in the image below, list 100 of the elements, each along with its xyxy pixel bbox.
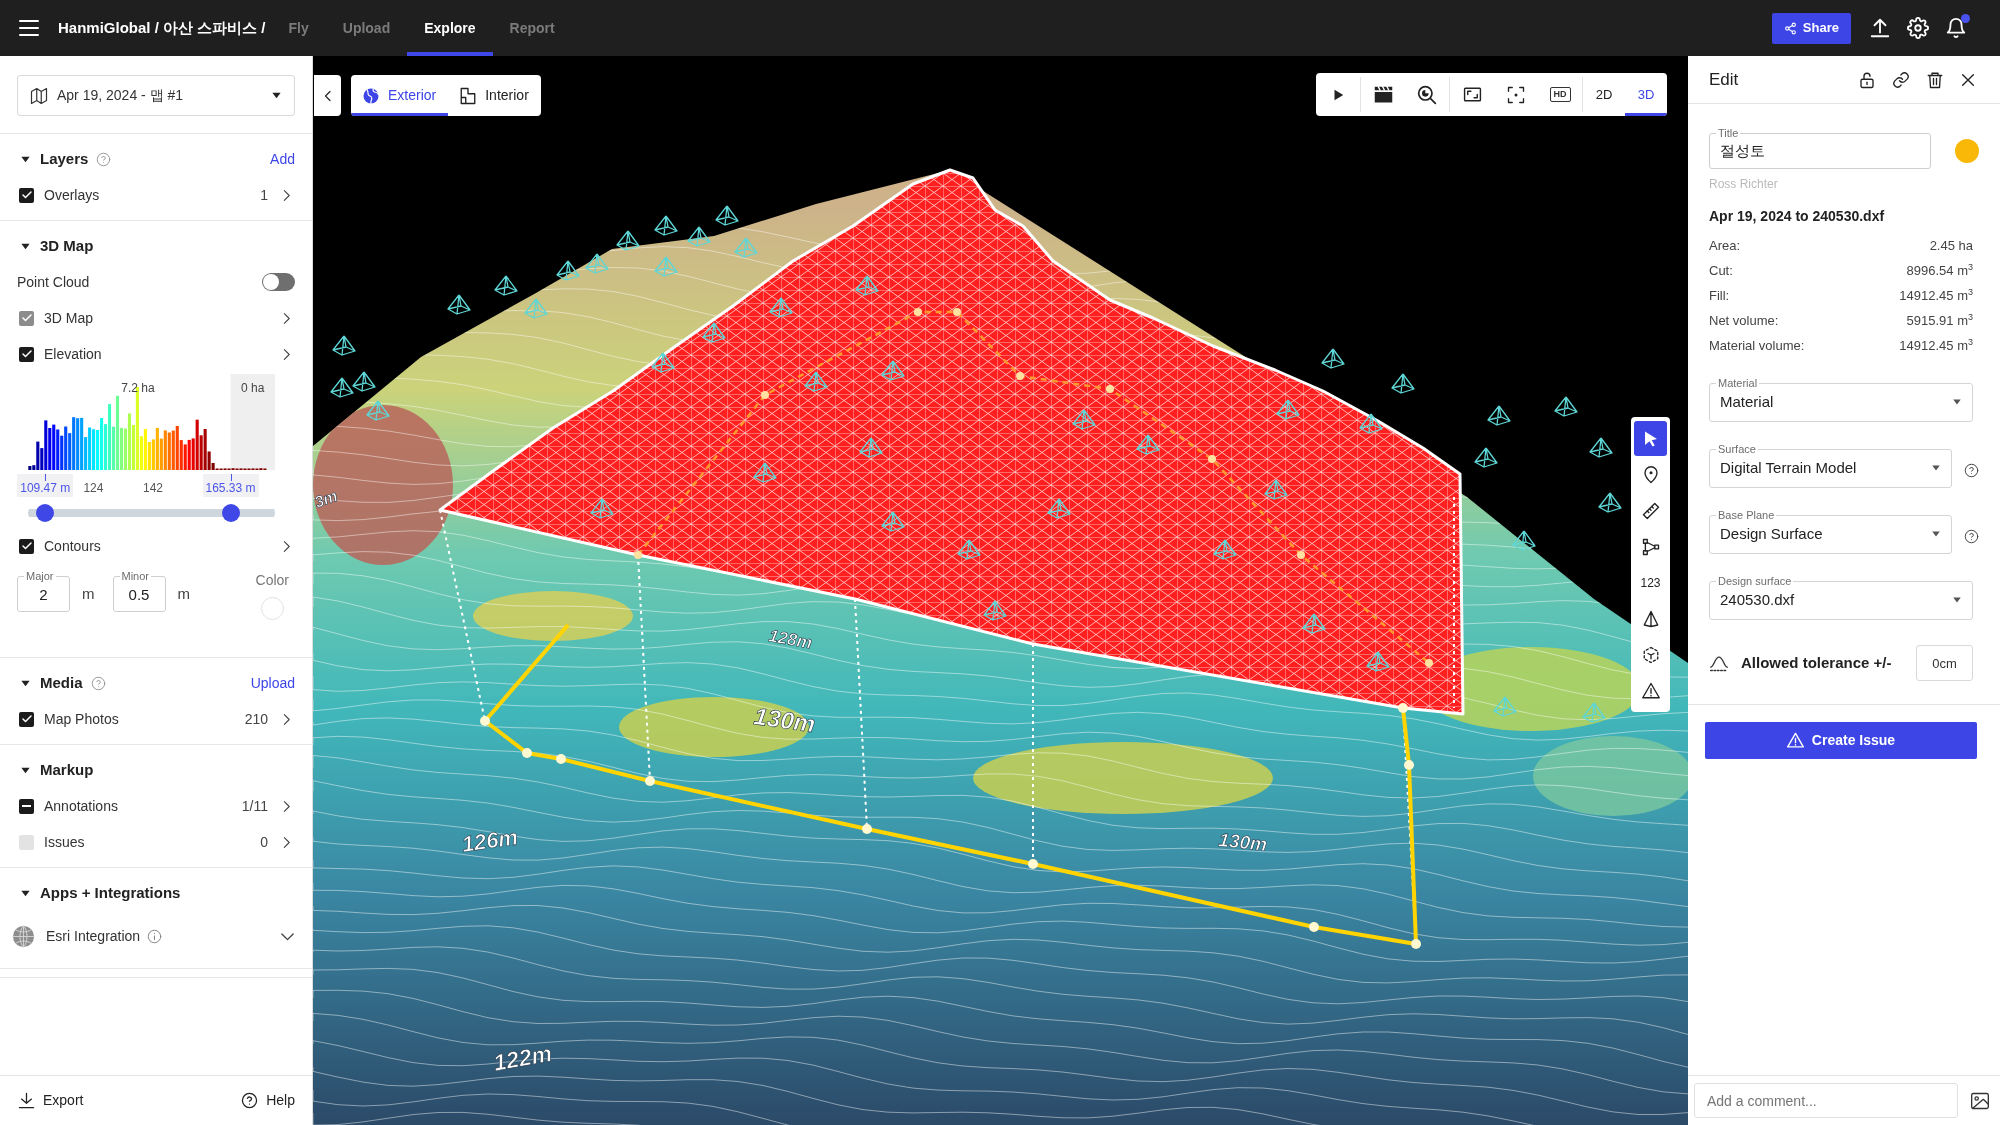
camera-frustum-icon: [1493, 696, 1517, 717]
camera-frustum-icon: [1474, 447, 1498, 468]
nav-tab[interactable]: Report: [492, 0, 572, 56]
camera-frustum-icon: [687, 226, 711, 247]
camera-frustum-icon: [494, 275, 518, 296]
settings-icon[interactable]: [1907, 17, 1929, 39]
map-tool-button[interactable]: 123: [1634, 565, 1667, 600]
checkbox[interactable]: [19, 346, 34, 362]
checkbox[interactable]: [19, 538, 34, 554]
map-selector[interactable]: Apr 19, 2024 - 맵 #1: [17, 75, 295, 116]
checkbox[interactable]: [19, 711, 34, 727]
padlock-icon[interactable]: [1858, 70, 1876, 89]
zoom-icon[interactable]: [1417, 84, 1437, 105]
view-tab[interactable]: Exterior: [351, 75, 449, 116]
camera-frustum-icon: [1359, 413, 1383, 434]
range-value-label: 109.47 m: [17, 474, 74, 497]
camera-frustum-icon: [1321, 348, 1345, 369]
breadcrumb-title: HanmiGlobal / 아산 스파비스 /: [58, 17, 266, 38]
range-value-label: 165.33 m: [202, 474, 259, 497]
stat-label: Fill:: [1709, 286, 1730, 305]
focus-icon[interactable]: [1507, 85, 1525, 104]
action-link[interactable]: Add: [270, 148, 295, 170]
slider-thumb[interactable]: [221, 504, 240, 522]
tolerance-input[interactable]: 0cm: [1916, 645, 1973, 681]
checkbox[interactable]: [19, 187, 34, 203]
camera-frustum-icon: [1487, 405, 1511, 426]
camera-frustum-icon: [654, 256, 678, 277]
close-icon[interactable]: [1960, 71, 1976, 88]
camera-frustum-icon: [590, 498, 614, 519]
nav-tab[interactable]: Fly: [271, 0, 326, 56]
dimension-tab[interactable]: 3D: [1625, 73, 1667, 116]
info-icon[interactable]: [147, 928, 163, 944]
layer-label: Overlays: [44, 185, 100, 205]
dropdown-select[interactable]: Material Material: [1709, 378, 1973, 422]
area-label: 0 ha: [241, 381, 265, 395]
stat-value: 2.45 ha: [1929, 236, 1973, 255]
help-icon[interactable]: [1964, 462, 1979, 478]
upload-icon[interactable]: [1869, 17, 1891, 39]
section-title: Layers: [40, 148, 89, 169]
collapse-panel-button[interactable]: [314, 75, 341, 116]
comment-input[interactable]: Add a comment...: [1694, 1083, 1958, 1118]
link-icon[interactable]: [1892, 70, 1910, 89]
camera-frustum-icon: [1047, 498, 1071, 519]
dropdown-select[interactable]: Base Plane Design Surface: [1709, 510, 1952, 554]
export-link[interactable]: Export: [18, 1090, 84, 1111]
frame-icon[interactable]: [1462, 85, 1482, 104]
field-label: Minor: [119, 570, 151, 582]
toggle-switch[interactable]: [262, 273, 295, 291]
camera-frustum-icon: [753, 462, 777, 483]
share-button[interactable]: Share: [1771, 12, 1851, 44]
layer-label: 3D Map: [44, 308, 94, 328]
setting-label: Point Cloud: [17, 272, 90, 292]
view-tab[interactable]: Interior: [448, 75, 541, 116]
globe-icon: [362, 86, 380, 105]
camera-frustum-icon: [556, 260, 580, 281]
hd-toggle[interactable]: HD: [1549, 87, 1571, 102]
camera-frustum-icon: [447, 294, 471, 315]
item-count: 1: [260, 185, 268, 205]
nav-tab[interactable]: Upload: [325, 0, 408, 56]
action-link[interactable]: Upload: [250, 672, 295, 694]
camera-frustum-icon: [734, 237, 758, 258]
dashed-cube-icon: [1641, 645, 1660, 664]
stat-value: 8996.54 m$^{3}$: [1906, 261, 1973, 280]
share-icon: [1783, 21, 1797, 35]
dimension-tab[interactable]: 2D: [1583, 73, 1625, 116]
dropdown-select[interactable]: Design surface 240530.dxf: [1709, 576, 1973, 620]
color-swatch-icon[interactable]: [1955, 139, 1979, 163]
tolerance-label: Allowed tolerance +/-: [1741, 652, 1892, 673]
checkbox[interactable]: [19, 798, 34, 814]
image-icon[interactable]: [1970, 1090, 1990, 1111]
clapperboard-icon[interactable]: [1372, 84, 1394, 105]
dropdown-select[interactable]: Surface Digital Terrain Model: [1709, 444, 1952, 488]
color-swatch-icon[interactable]: [260, 597, 284, 620]
axis-tick-label: 142: [142, 480, 163, 496]
camera-frustum-icon: [855, 275, 879, 296]
camera-frustum-icon: [1276, 399, 1300, 420]
checkmark-icon: [20, 312, 33, 324]
bell-icon[interactable]: [1945, 17, 1967, 39]
camera-frustum-icon: [1213, 539, 1237, 560]
contour-label: 130m: [1217, 829, 1269, 856]
map-tool-button[interactable]: [1634, 421, 1667, 456]
contour-label: 128m: [767, 626, 814, 653]
slider-thumb[interactable]: [36, 504, 55, 522]
warning-icon: [1786, 732, 1804, 749]
camera-frustum-icon: [769, 297, 793, 318]
help-icon[interactable]: [1964, 528, 1979, 544]
polyline-icon: [1641, 537, 1660, 556]
unit-label: m: [82, 584, 95, 604]
create-issue-button[interactable]: Create Issue: [1705, 722, 1977, 759]
camera-frustum-icon: [366, 400, 390, 421]
layer-label: Map Photos: [44, 709, 119, 729]
help-link[interactable]: Help: [241, 1090, 295, 1111]
trash-icon[interactable]: [1926, 70, 1944, 89]
contour-label: 3m: [313, 486, 340, 511]
caret-down-icon: [1952, 595, 1962, 605]
layer-label: Annotations: [44, 796, 118, 816]
camera-frustum-icon: [1264, 479, 1288, 500]
comparison-title: Apr 19, 2024 to 240530.dxf: [1709, 207, 1886, 226]
camera-frustum-icon: [702, 322, 726, 343]
layer-label: Contours: [44, 536, 101, 556]
